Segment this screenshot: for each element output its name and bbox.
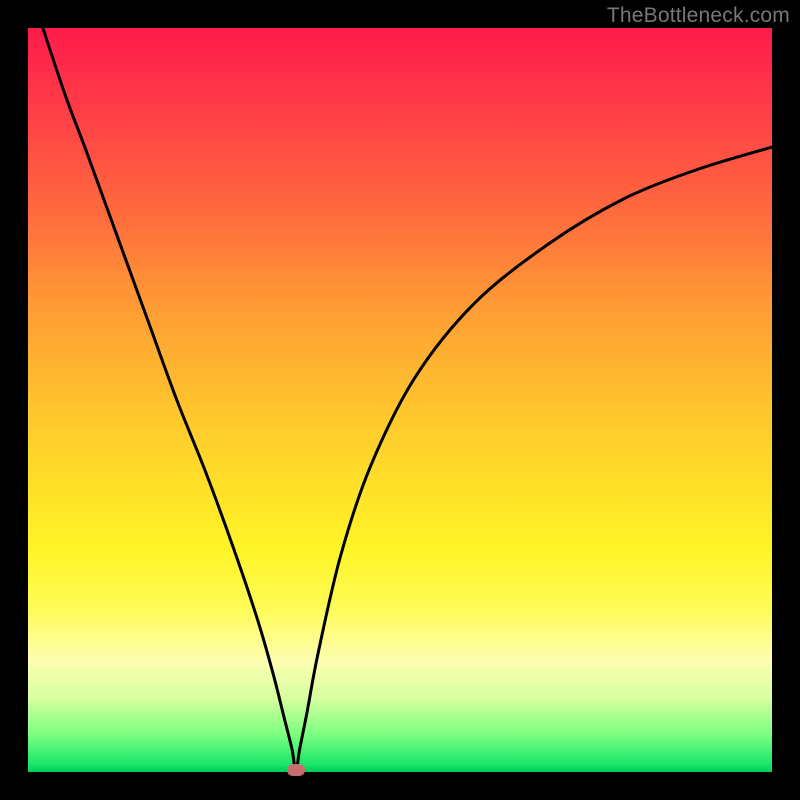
chart-frame: TheBottleneck.com xyxy=(0,0,800,800)
optimum-marker xyxy=(287,764,305,776)
watermark-text: TheBottleneck.com xyxy=(607,4,790,28)
bottleneck-curve xyxy=(28,28,772,772)
plot-area xyxy=(28,28,772,772)
